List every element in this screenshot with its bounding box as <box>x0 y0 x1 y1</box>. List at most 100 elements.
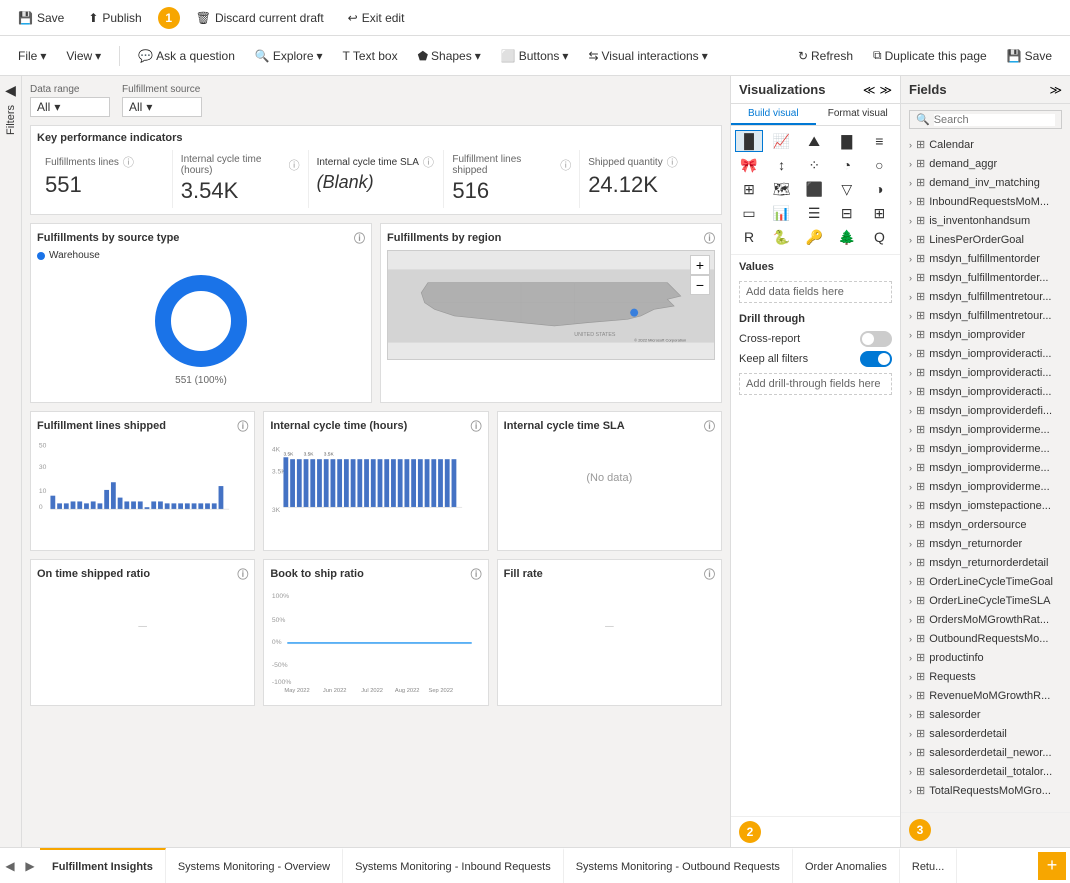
info-icon[interactable]: ⓘ <box>560 157 571 173</box>
field-msdyn-ordersource[interactable]: › ⊞ msdyn_ordersource <box>901 515 1070 534</box>
kpi-icon[interactable]: 📊 <box>768 202 796 224</box>
tab-nav-left[interactable]: ◀ <box>0 848 20 883</box>
field-msdyn-retour2[interactable]: › ⊞ msdyn_fulfillmentretour... <box>901 306 1070 325</box>
field-requests[interactable]: › ⊞ Requests <box>901 667 1070 686</box>
tab-fulfillment-insights[interactable]: Fulfillment Insights <box>40 848 166 883</box>
buttons-button[interactable]: ⬜ Buttons ▾ <box>493 45 577 67</box>
field-msdyn-iom3[interactable]: › ⊞ msdyn_iomprovideracti... <box>901 382 1070 401</box>
python-icon[interactable]: 🐍 <box>768 226 796 248</box>
field-orderline-cycle-goal[interactable]: › ⊞ OrderLineCycleTimeGoal <box>901 572 1070 591</box>
field-msdyn-iomme2[interactable]: › ⊞ msdyn_iomproviderme... <box>901 439 1070 458</box>
text-box-button[interactable]: T Text box <box>335 45 406 67</box>
add-tab-button[interactable]: + <box>1038 852 1066 880</box>
viz-expand-button[interactable]: ≫ <box>879 83 892 97</box>
field-productinfo[interactable]: › ⊞ productinfo <box>901 648 1070 667</box>
area-chart-icon[interactable]: ⛰ <box>800 130 828 152</box>
field-msdyn-iomstep[interactable]: › ⊞ msdyn_iomstepactione... <box>901 496 1070 515</box>
filled-map-icon[interactable]: ⬛ <box>800 178 828 200</box>
explore-button[interactable]: 🔍 Explore ▾ <box>247 45 331 67</box>
field-total-requests-mom[interactable]: › ⊞ TotalRequestsMoMGro... <box>901 781 1070 800</box>
keep-all-filters-toggle[interactable] <box>860 351 892 367</box>
field-msdyn-iomme3[interactable]: › ⊞ msdyn_iomproviderme... <box>901 458 1070 477</box>
refresh-button[interactable]: ↻ Refresh <box>790 45 861 67</box>
donut-icon[interactable]: ○ <box>865 154 893 176</box>
field-msdyn-fulfillmentorder2[interactable]: › ⊞ msdyn_fulfillmentorder... <box>901 268 1070 287</box>
field-msdyn-fulfillmentorder[interactable]: › ⊞ msdyn_fulfillmentorder <box>901 249 1070 268</box>
info-icon[interactable]: ⓘ <box>423 154 434 170</box>
line-chart-icon[interactable]: 📈 <box>768 130 796 152</box>
field-salesorderdetail[interactable]: › ⊞ salesorderdetail <box>901 724 1070 743</box>
add-data-button[interactable]: Add data fields here <box>739 281 892 303</box>
field-lines-per-order[interactable]: › ⊞ LinesPerOrderGoal <box>901 230 1070 249</box>
treemap-icon[interactable]: ⊞ <box>735 178 763 200</box>
file-menu[interactable]: File ▾ <box>10 45 54 67</box>
fulfillment-source-select[interactable]: All ▾ <box>122 97 202 117</box>
field-salesorder[interactable]: › ⊞ salesorder <box>901 705 1070 724</box>
info-icon[interactable]: ⓘ <box>667 154 678 170</box>
field-revenue-mom[interactable]: › ⊞ RevenueMoMGrowthR... <box>901 686 1070 705</box>
decomp-tree-icon[interactable]: 🌲 <box>833 226 861 248</box>
visual-interactions-button[interactable]: ⇆ Visual interactions ▾ <box>580 45 715 67</box>
field-outbound[interactable]: › ⊞ OutboundRequestsMo... <box>901 629 1070 648</box>
publish-button[interactable]: ⬆ Publish <box>80 7 149 29</box>
tab-systems-overview[interactable]: Systems Monitoring - Overview <box>166 848 343 883</box>
slicer-icon[interactable]: ☰ <box>800 202 828 224</box>
field-msdyn-iomme4[interactable]: › ⊞ msdyn_iomproviderme... <box>901 477 1070 496</box>
field-msdyn-returnorderdetail[interactable]: › ⊞ msdyn_returnorderdetail <box>901 553 1070 572</box>
info-icon[interactable]: ⓘ <box>471 566 482 582</box>
ask-question-button[interactable]: 💬 Ask a question <box>130 45 243 67</box>
key-influencer-icon[interactable]: 🔑 <box>800 226 828 248</box>
zoom-out-button[interactable]: − <box>690 275 710 295</box>
add-drill-button[interactable]: Add drill-through fields here <box>739 373 892 395</box>
tab-systems-inbound[interactable]: Systems Monitoring - Inbound Requests <box>343 848 564 883</box>
format-visual-tab[interactable]: Format visual <box>816 104 901 125</box>
fields-expand-button[interactable]: ≫ <box>1049 83 1062 97</box>
field-msdyn-iomprovider[interactable]: › ⊞ msdyn_iomprovider <box>901 325 1070 344</box>
funnel-icon[interactable]: ▽ <box>833 178 861 200</box>
matrix-icon[interactable]: ⊞ <box>865 202 893 224</box>
collapse-button[interactable]: ◀ <box>3 80 18 101</box>
field-orders-mom[interactable]: › ⊞ OrdersMoMGrowthRat... <box>901 610 1070 629</box>
field-is-inv[interactable]: › ⊞ is_inventonhandsum <box>901 211 1070 230</box>
tab-nav-right[interactable]: ▶ <box>20 848 40 883</box>
r-visual-icon[interactable]: R <box>735 226 763 248</box>
field-salesorderdetail-totalor[interactable]: › ⊞ salesorderdetail_totalor... <box>901 762 1070 781</box>
shapes-button[interactable]: ⬟ Shapes ▾ <box>410 45 489 67</box>
field-inbound-requests[interactable]: › ⊞ InboundRequestsMoM... <box>901 192 1070 211</box>
info-icon[interactable]: ⓘ <box>704 230 715 246</box>
duplicate-button[interactable]: ⧉ Duplicate this page <box>865 44 995 67</box>
field-msdyn-iom2[interactable]: › ⊞ msdyn_iomprovideracti... <box>901 363 1070 382</box>
field-demand-inv[interactable]: › ⊞ demand_inv_matching <box>901 173 1070 192</box>
info-icon[interactable]: ⓘ <box>704 566 715 582</box>
zoom-in-button[interactable]: + <box>690 255 710 275</box>
tab-systems-outbound[interactable]: Systems Monitoring - Outbound Requests <box>564 848 793 883</box>
info-icon[interactable]: ⓘ <box>123 154 134 170</box>
discard-button[interactable]: 🗑 Discard current draft <box>188 7 332 29</box>
waterfall-icon[interactable]: ↕ <box>768 154 796 176</box>
field-salesorderdetail-newor[interactable]: › ⊞ salesorderdetail_newor... <box>901 743 1070 762</box>
table-icon[interactable]: ⊟ <box>833 202 861 224</box>
ribbon-chart-icon[interactable]: 🎀 <box>735 154 763 176</box>
gauge-icon[interactable]: ◑ <box>865 178 893 200</box>
info-icon[interactable]: ⓘ <box>237 566 248 582</box>
tab-returns[interactable]: Retu... <box>900 848 957 883</box>
data-range-select[interactable]: All ▾ <box>30 97 110 117</box>
map-icon[interactable]: 🗺 <box>768 178 796 200</box>
info-icon[interactable]: ⓘ <box>237 418 248 434</box>
build-visual-tab[interactable]: Build visual <box>731 104 816 125</box>
info-icon[interactable]: ⓘ <box>289 157 300 173</box>
fields-search-input[interactable] <box>934 114 1055 126</box>
card-icon[interactable]: ▭ <box>735 202 763 224</box>
stacked-bar-icon[interactable]: ≡ <box>865 130 893 152</box>
view-menu[interactable]: View ▾ <box>58 45 109 67</box>
field-orderline-cycle-sla[interactable]: › ⊞ OrderLineCycleTimeSLA <box>901 591 1070 610</box>
tab-order-anomalies[interactable]: Order Anomalies <box>793 848 900 883</box>
scatter-icon[interactable]: ⁘ <box>800 154 828 176</box>
viz-collapse-button[interactable]: ≪ <box>863 83 876 97</box>
field-demand-aggr[interactable]: › ⊞ demand_aggr <box>901 154 1070 173</box>
field-msdyn-retour1[interactable]: › ⊞ msdyn_fulfillmentretour... <box>901 287 1070 306</box>
qna-icon[interactable]: Q <box>865 226 893 248</box>
save-button[interactable]: 💾 Save <box>10 7 72 29</box>
bar-chart-icon[interactable]: ▐▌ <box>735 130 763 152</box>
menu-save-button[interactable]: 💾 Save <box>999 45 1060 67</box>
